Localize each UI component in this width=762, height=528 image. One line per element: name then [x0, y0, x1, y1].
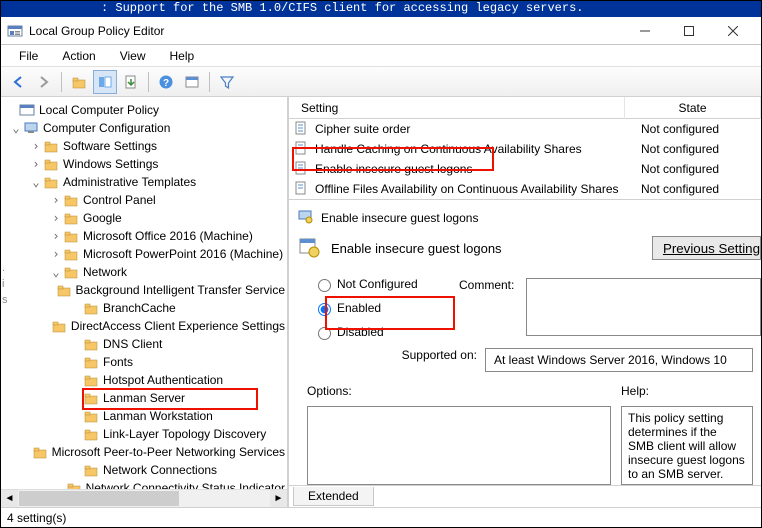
- tree-scroll[interactable]: Local Computer Policy ⌄Computer Configur…: [1, 97, 287, 489]
- policy-editor-title: Enable insecure guest logons: [321, 211, 478, 225]
- right-panel: Setting State Cipher suite orderNot conf…: [289, 97, 761, 507]
- svg-text:?: ?: [163, 78, 169, 89]
- tree-fonts[interactable]: Fonts: [5, 353, 285, 371]
- help-label: Help:: [621, 384, 649, 398]
- previous-setting-button[interactable]: Previous Setting: [652, 236, 761, 260]
- chevron-down-icon[interactable]: ⌄: [9, 122, 23, 134]
- tree-bits[interactable]: Background Intelligent Transfer Service: [5, 281, 285, 299]
- tab-strip: Extended: [289, 485, 761, 507]
- filter-button[interactable]: [215, 70, 239, 94]
- tree-ms-powerpoint[interactable]: ›Microsoft PowerPoint 2016 (Machine): [5, 245, 285, 263]
- export-button[interactable]: [119, 70, 143, 94]
- comment-field[interactable]: [526, 278, 761, 336]
- back-button[interactable]: [6, 70, 30, 94]
- window-titlebar: Local Group Policy Editor: [1, 17, 761, 45]
- options-label: Options:: [307, 384, 352, 398]
- help-button[interactable]: ?: [154, 70, 178, 94]
- scroll-left-icon[interactable]: ◄: [1, 490, 18, 507]
- minimize-button[interactable]: [623, 17, 667, 45]
- scroll-thumb[interactable]: [19, 491, 179, 506]
- policy-icon: [293, 180, 309, 199]
- forward-button[interactable]: [32, 70, 56, 94]
- tree-hotspot[interactable]: Hotspot Authentication: [5, 371, 285, 389]
- supportedon-label: Supported on:: [402, 348, 477, 362]
- tree-mptp[interactable]: Microsoft Peer-to-Peer Networking Servic…: [5, 443, 285, 461]
- status-text: 4 setting(s): [7, 511, 66, 525]
- comment-label: Comment:: [459, 278, 514, 336]
- tree-branchcache[interactable]: BranchCache: [5, 299, 285, 317]
- up-button[interactable]: [67, 70, 91, 94]
- list-item[interactable]: Cipher suite orderNot configured: [289, 119, 761, 139]
- scroll-right-icon[interactable]: ►: [270, 490, 287, 507]
- tab-extended[interactable]: Extended: [293, 487, 374, 506]
- tree-google[interactable]: ›Google: [5, 209, 285, 227]
- tree-panel: Local Computer Policy ⌄Computer Configur…: [1, 97, 289, 507]
- list-item-selected[interactable]: Enable insecure guest logonsNot configur…: [289, 159, 761, 179]
- tree-ms-office[interactable]: ›Microsoft Office 2016 (Machine): [5, 227, 285, 245]
- tree-windows-settings[interactable]: ›Windows Settings: [5, 155, 285, 173]
- list-header: Setting State: [289, 97, 761, 119]
- list-item[interactable]: Handle Caching on Continuous Availabilit…: [289, 139, 761, 159]
- tree-netconn[interactable]: Network Connections: [5, 461, 285, 479]
- status-bar: 4 setting(s): [1, 507, 761, 527]
- tree-llt[interactable]: Link-Layer Topology Discovery: [5, 425, 285, 443]
- chevron-right-icon[interactable]: ›: [29, 158, 43, 170]
- app-icon: [7, 23, 23, 39]
- policy-editor-subicon: [297, 235, 321, 262]
- tree-dns[interactable]: DNS Client: [5, 335, 285, 353]
- policy-editor-subtitle: Enable insecure guest logons: [331, 241, 502, 256]
- policy-icon: [293, 140, 309, 159]
- menu-file[interactable]: File: [9, 47, 48, 65]
- tree-admin-templates[interactable]: ⌄Administrative Templates: [5, 173, 285, 191]
- console-remnant: : Support for the SMB 1.0/CIFS client fo…: [1, 1, 761, 17]
- policy-editor: Enable insecure guest logons Enable inse…: [289, 199, 761, 485]
- tree-network[interactable]: ⌄Network: [5, 263, 285, 281]
- radio-not-configured[interactable]: Not Configured: [289, 272, 459, 296]
- tree-h-scrollbar[interactable]: ◄ ►: [1, 489, 287, 507]
- tree-ncsi[interactable]: Network Connectivity Status Indicator: [5, 479, 285, 489]
- policy-icon: [293, 120, 309, 139]
- radio-enabled[interactable]: Enabled: [289, 296, 459, 320]
- cropped-text-artifact: . i s: [2, 260, 8, 308]
- list-item[interactable]: Offline Files Availability on Continuous…: [289, 179, 761, 199]
- policy-editor-icon: [297, 208, 313, 227]
- chevron-right-icon[interactable]: ›: [29, 140, 43, 152]
- chevron-down-icon[interactable]: ⌄: [49, 266, 63, 278]
- menu-help[interactable]: Help: [160, 47, 205, 65]
- supportedon-field: At least Windows Server 2016, Windows 10: [485, 348, 753, 372]
- tree-lanman-server[interactable]: Lanman Server: [5, 389, 285, 407]
- options-field[interactable]: [307, 406, 611, 485]
- help-text: This policy setting determines if the SM…: [621, 406, 753, 485]
- toolbar: ?: [1, 67, 761, 97]
- col-state[interactable]: State: [625, 97, 761, 119]
- window-title: Local Group Policy Editor: [29, 24, 623, 38]
- chevron-right-icon[interactable]: ›: [49, 194, 63, 206]
- tree-software-settings[interactable]: ›Software Settings: [5, 137, 285, 155]
- tree-directaccess[interactable]: DirectAccess Client Experience Settings: [5, 317, 285, 335]
- maximize-button[interactable]: [667, 17, 711, 45]
- col-setting[interactable]: Setting: [289, 97, 625, 119]
- tree-root[interactable]: Local Computer Policy: [5, 101, 285, 119]
- close-button[interactable]: [711, 17, 755, 45]
- menubar: File Action View Help: [1, 45, 761, 67]
- list-body: Cipher suite orderNot configured Handle …: [289, 119, 761, 199]
- properties-button[interactable]: [180, 70, 204, 94]
- tree-lanman-workstation[interactable]: Lanman Workstation: [5, 407, 285, 425]
- radio-disabled[interactable]: Disabled: [289, 320, 459, 344]
- tree-control-panel[interactable]: ›Control Panel: [5, 191, 285, 209]
- menu-action[interactable]: Action: [52, 47, 105, 65]
- menu-view[interactable]: View: [110, 47, 156, 65]
- policy-icon: [293, 160, 309, 179]
- chevron-down-icon[interactable]: ⌄: [29, 176, 43, 188]
- tree-computer-config[interactable]: ⌄Computer Configuration: [5, 119, 285, 137]
- show-tree-button[interactable]: [93, 70, 117, 94]
